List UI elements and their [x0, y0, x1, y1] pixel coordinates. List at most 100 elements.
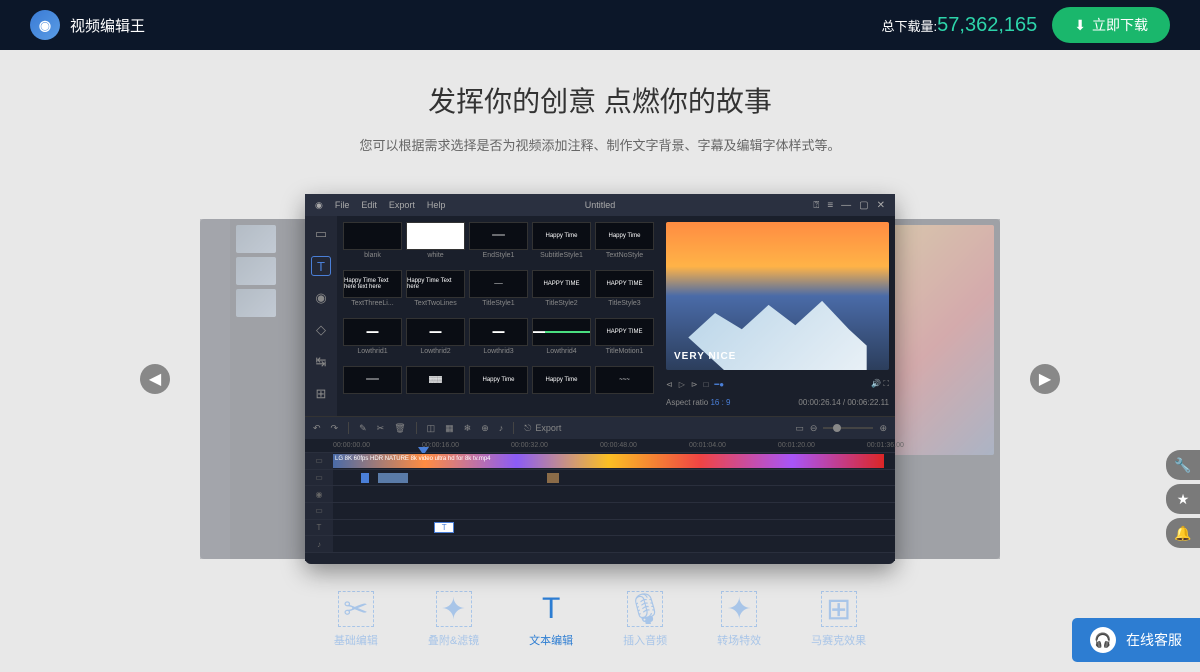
template-thumb: Happy Time	[532, 222, 591, 250]
menu-export[interactable]: Export	[389, 200, 415, 211]
next-frame-icon[interactable]: ⊳	[691, 380, 698, 389]
feature-tab[interactable]: ✦转场特效	[717, 591, 761, 648]
transition-tool-icon[interactable]: ↹	[311, 352, 331, 372]
template-item[interactable]: white	[406, 222, 465, 266]
video-track[interactable]: LG 8K 60fps HDR NATURE 8k video ultra hd…	[333, 453, 895, 470]
star-float-icon[interactable]: ★	[1166, 484, 1200, 514]
pip-track[interactable]	[333, 470, 895, 487]
template-item[interactable]: ▓▓▓	[406, 366, 465, 410]
template-item[interactable]: Happy Time Text hereTextTwoLines	[406, 270, 465, 314]
freeze-icon[interactable]: ❄	[464, 423, 472, 434]
menu-edit[interactable]: Edit	[361, 200, 377, 211]
customer-service-button[interactable]: 🎧 在线客服	[1072, 618, 1200, 662]
template-item[interactable]: ~~~	[595, 366, 654, 410]
text-tool-icon[interactable]: T	[311, 256, 331, 276]
template-item[interactable]: Happy TimeSubtitleStyle1	[532, 222, 591, 266]
feature-tab[interactable]: ✦叠附&滤镜	[428, 591, 479, 648]
tab-icon: ✦	[441, 592, 466, 627]
delete-icon[interactable]: 🗑	[394, 423, 405, 434]
elements-tool-icon[interactable]: ⊞	[311, 384, 331, 404]
filter-track[interactable]	[333, 486, 895, 503]
overlay-track[interactable]	[333, 503, 895, 520]
template-item[interactable]: ▬▬Lowthrid4	[532, 318, 591, 362]
template-label: Lowthrid4	[546, 348, 576, 355]
template-item[interactable]: ──TitleStyle1	[469, 270, 528, 314]
app-logo-icon: ◉	[30, 10, 60, 40]
feature-tab[interactable]: T文本编辑	[529, 591, 573, 648]
template-item[interactable]: Happy Time Text here text hereTextThreeL…	[343, 270, 402, 314]
app-icon: ◉	[315, 200, 323, 211]
template-item[interactable]: ▬▬Lowthrid1	[343, 318, 402, 362]
tab-label: 插入音频	[623, 632, 667, 648]
audio-icon[interactable]: ♪	[499, 423, 504, 433]
notify-float-icon[interactable]: 🔔	[1166, 518, 1200, 548]
audio-track[interactable]	[333, 536, 895, 553]
timeline-export-button[interactable]: ⎋ Export	[524, 423, 561, 434]
carousel-prev-button[interactable]: ◀	[140, 364, 170, 394]
download-button[interactable]: ⬇ 立即下载	[1052, 7, 1170, 43]
undo-icon[interactable]: ↶	[313, 423, 321, 434]
pip-clip-2[interactable]	[547, 473, 559, 483]
play-icon[interactable]: ▷	[679, 380, 685, 389]
fit-icon[interactable]: ▭	[795, 423, 804, 434]
stop-icon[interactable]: □	[704, 380, 709, 389]
preview-video[interactable]: VERY NICE	[666, 222, 889, 370]
video-clip[interactable]: LG 8K 60fps HDR NATURE 8k video ultra hd…	[333, 454, 884, 468]
menu-help[interactable]: Help	[427, 200, 446, 211]
fullscreen-icon[interactable]: ⛶	[883, 379, 889, 388]
template-item[interactable]: HAPPY TIMETitleStyle2	[532, 270, 591, 314]
template-item[interactable]: ▬▬Lowthrid2	[406, 318, 465, 362]
volume-icon[interactable]: 🔊	[871, 379, 881, 388]
header-left: ◉ 视频编辑王	[30, 10, 145, 40]
mosaic-icon[interactable]: ▦	[445, 423, 454, 434]
template-thumb: ~~~	[595, 366, 654, 394]
crop-icon[interactable]: ◫	[427, 423, 436, 434]
text-clip[interactable]: T	[434, 522, 454, 534]
edit-icon[interactable]: ✎	[359, 423, 367, 434]
menu-file[interactable]: File	[335, 200, 350, 211]
timeline-ruler: 00:00:00.0000:00:16.0000:00:32.0000:00:4…	[305, 439, 895, 453]
template-item[interactable]: ═══	[343, 366, 402, 410]
media-tool-icon[interactable]: ▭	[311, 224, 331, 244]
filters-tool-icon[interactable]: ◉	[311, 288, 331, 308]
feature-tab[interactable]: 🎙插入音频	[623, 591, 667, 648]
minimize-icon[interactable]: —	[841, 200, 851, 211]
text-track[interactable]: T	[333, 520, 895, 537]
template-item[interactable]: blank	[343, 222, 402, 266]
template-item[interactable]: Happy Time	[469, 366, 528, 410]
template-thumb	[406, 222, 465, 250]
editor-body: ▭ T ◉ ◇ ↹ ⊞ blankwhite═══EndStyle1Happy …	[305, 216, 895, 416]
overlay-tool-icon[interactable]: ◇	[311, 320, 331, 340]
template-thumb: ═══	[343, 366, 402, 394]
close-icon[interactable]: ✕	[877, 200, 885, 211]
template-item[interactable]: ▬▬Lowthrid3	[469, 318, 528, 362]
pip-clip[interactable]	[378, 473, 408, 483]
tab-label: 马赛克效果	[811, 632, 866, 648]
feature-tab[interactable]: ✂基础编辑	[334, 591, 378, 648]
redo-icon[interactable]: ↷	[331, 423, 339, 434]
zoom-out-icon[interactable]: ⊖	[810, 423, 818, 434]
tab-icon: ✂	[343, 592, 368, 627]
prev-frame-icon[interactable]: ⊲	[666, 380, 673, 389]
zoom-slider[interactable]	[823, 427, 873, 429]
user-icon[interactable]: ⍰	[813, 200, 819, 211]
template-item[interactable]: HAPPY TIMETitleMotion1	[595, 318, 654, 362]
window-menubar: ◉ File Edit Export Help Untitled ⍰ ≡ — ▢…	[305, 194, 895, 216]
settings-icon[interactable]: ≡	[827, 200, 833, 211]
zoom-tool-icon[interactable]: ⊕	[481, 423, 489, 434]
clip-marker[interactable]	[361, 473, 369, 483]
template-item[interactable]: HAPPY TIMETitleStyle3	[595, 270, 654, 314]
template-item[interactable]: Happy Time	[532, 366, 591, 410]
feature-tab[interactable]: ⊞马赛克效果	[811, 591, 866, 648]
zoom-in-icon[interactable]: ⊕	[879, 423, 887, 434]
template-thumb: Happy Time Text here	[406, 270, 465, 298]
maximize-icon[interactable]: ▢	[859, 200, 868, 211]
template-item[interactable]: Happy TimeTextNoStyle	[595, 222, 654, 266]
template-item[interactable]: ═══EndStyle1	[469, 222, 528, 266]
tool-float-icon[interactable]: 🔧	[1166, 450, 1200, 480]
carousel-next-button[interactable]: ▶	[1030, 364, 1060, 394]
tool-sidebar: ▭ T ◉ ◇ ↹ ⊞	[305, 216, 337, 416]
preview-controls: ⊲ ▷ ⊳ □ ━● 🔊 ⛶	[666, 374, 889, 394]
hero-title: 发挥你的创意 点燃你的故事	[0, 80, 1200, 120]
cut-icon[interactable]: ✂	[377, 423, 385, 434]
